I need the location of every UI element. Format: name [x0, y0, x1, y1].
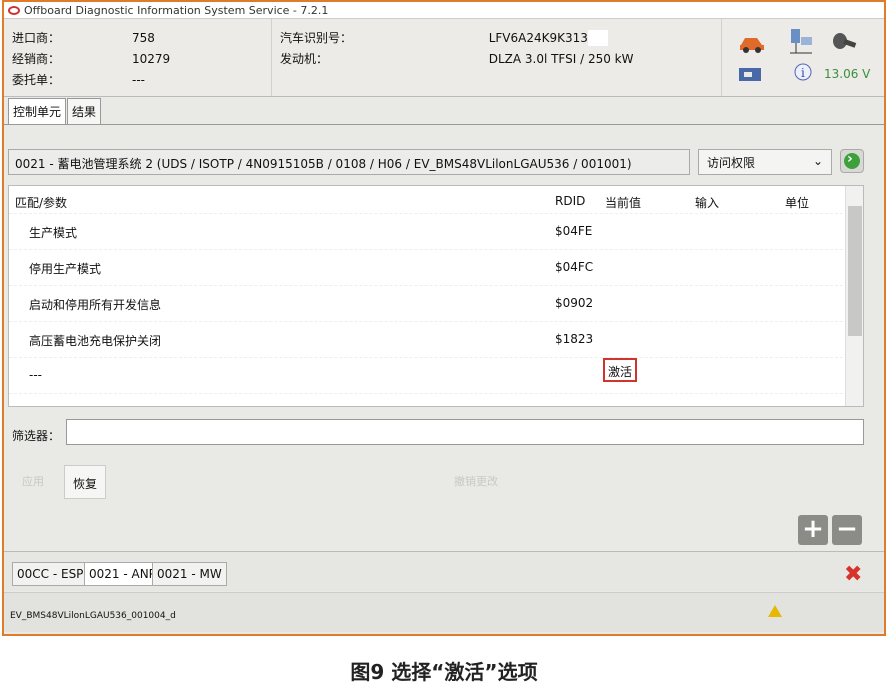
- status-text: EV_BMS48VLilonLGAU536_001004_d: [10, 611, 176, 621]
- tab-control-unit[interactable]: 控制单元: [8, 98, 67, 124]
- row-name: 停用生产模式: [29, 262, 102, 276]
- ecu-tab-bar: 00CC - ESP 0021 - ANP 0021 - MW ✖: [4, 551, 884, 591]
- info-icon[interactable]: i: [794, 63, 812, 81]
- row-name: ---: [29, 368, 42, 382]
- key-icon[interactable]: [832, 31, 858, 53]
- ecu-description: 0021 - 蓄电池管理系统 2 (UDS / ISOTP / 4N091510…: [8, 149, 690, 175]
- vehicle-info: 汽车识别号： 发动机： LFV6A24K9K313 DLZA 3.0l TFSI…: [272, 19, 722, 96]
- arrow-right-icon: ›: [847, 151, 853, 167]
- minus-button[interactable]: −: [832, 515, 862, 545]
- table-header: 匹配/参数 RDID 当前值 输入 单位: [9, 186, 863, 214]
- tab-results[interactable]: 结果: [67, 98, 102, 124]
- col-header-parameter[interactable]: 匹配/参数: [15, 194, 67, 211]
- col-header-rdid[interactable]: RDID: [555, 194, 585, 208]
- battery-voltage: 13.06 V: [824, 67, 871, 81]
- table-row[interactable]: 高压蓄电池充电保护关闭 $1823: [9, 322, 863, 358]
- row-rdid: $1823: [555, 332, 594, 346]
- row-name: 启动和停用所有开发信息: [29, 298, 162, 312]
- engine-value: DLZA 3.0l TFSI / 250 kW: [488, 51, 634, 66]
- importer-value: 758: [132, 30, 155, 45]
- ecu-tab-mw[interactable]: 0021 - MW: [152, 562, 227, 586]
- title-bar: Offboard Diagnostic Information System S…: [4, 2, 884, 19]
- action-buttons: 应用 恢复 撤销更改: [8, 465, 864, 501]
- dealer-info: 进口商： 758 经销商： 10279 委托单： ---: [4, 19, 272, 96]
- vin-redaction: [587, 29, 608, 46]
- order-label: 委托单：: [12, 73, 61, 87]
- engine-label: 发动机：: [280, 52, 329, 66]
- app-logo-icon: [8, 5, 20, 15]
- ecu-tab-esp[interactable]: 00CC - ESP: [12, 562, 89, 586]
- filter-label: 筛选器：: [12, 429, 61, 443]
- main-tabs: 控制单元 结果: [4, 97, 884, 125]
- col-header-input[interactable]: 输入: [695, 194, 719, 211]
- filter-input[interactable]: [66, 419, 864, 445]
- ecu-tab-anp[interactable]: 0021 - ANP: [84, 562, 161, 586]
- row-rdid: $0902: [555, 296, 594, 310]
- close-icon[interactable]: ✖: [844, 562, 862, 587]
- car-icon[interactable]: [738, 33, 766, 53]
- dealer-value: 10279: [132, 51, 171, 66]
- chevron-down-icon: ⌄: [812, 154, 823, 168]
- figure-caption: 图9 选择“激活”选项: [350, 660, 538, 684]
- order-value: ---: [132, 72, 145, 87]
- dealer-label: 经销商：: [12, 52, 61, 66]
- row-rdid: $04FC: [555, 260, 594, 274]
- network-icon[interactable]: [788, 27, 814, 55]
- scrollbar-thumb[interactable]: [848, 206, 862, 336]
- vin-label: 汽车识别号：: [280, 31, 353, 45]
- svg-text:i: i: [801, 66, 805, 80]
- window-title: Offboard Diagnostic Information System S…: [24, 3, 329, 17]
- activate-option[interactable]: 激活: [603, 358, 637, 382]
- col-header-current[interactable]: 当前值: [605, 194, 641, 211]
- col-header-unit[interactable]: 单位: [785, 194, 809, 211]
- table-row[interactable]: 启动和停用所有开发信息 $0902: [9, 286, 863, 322]
- vin-value: LFV6A24K9K313: [488, 30, 588, 45]
- table-row[interactable]: 生产模式 $04FE: [9, 214, 863, 250]
- row-name: 生产模式: [29, 226, 78, 240]
- table-row[interactable]: 停用生产模式 $04FC: [9, 250, 863, 286]
- vehicle-info-header: 进口商： 758 经销商： 10279 委托单： --- 汽车识别号： 发动机： LF…: [4, 19, 884, 97]
- access-rights-label: 访问权限: [707, 156, 756, 170]
- usb-icon[interactable]: [738, 65, 764, 83]
- restore-button[interactable]: 恢复: [64, 465, 106, 499]
- plus-button[interactable]: +: [798, 515, 828, 545]
- status-icons: i 13.06 V: [722, 19, 884, 96]
- importer-label: 进口商：: [12, 31, 61, 45]
- warning-icon[interactable]: [768, 605, 782, 617]
- table-row[interactable]: ---: [9, 358, 863, 394]
- go-button[interactable]: ›: [840, 149, 864, 173]
- access-rights-dropdown[interactable]: 访问权限 ⌄: [698, 149, 832, 175]
- row-rdid: $04FE: [555, 224, 593, 238]
- vertical-scrollbar[interactable]: [845, 186, 863, 406]
- apply-button[interactable]: 应用: [22, 473, 44, 489]
- status-bar: EV_BMS48VLilonLGAU536_001004_d: [4, 592, 884, 632]
- row-name: 高压蓄电池充电保护关闭: [29, 334, 162, 348]
- undo-changes-button[interactable]: 撤销更改: [454, 473, 498, 489]
- parameter-table: 匹配/参数 RDID 当前值 输入 单位 生产模式 $04FE 停用生产模式 $…: [8, 185, 864, 407]
